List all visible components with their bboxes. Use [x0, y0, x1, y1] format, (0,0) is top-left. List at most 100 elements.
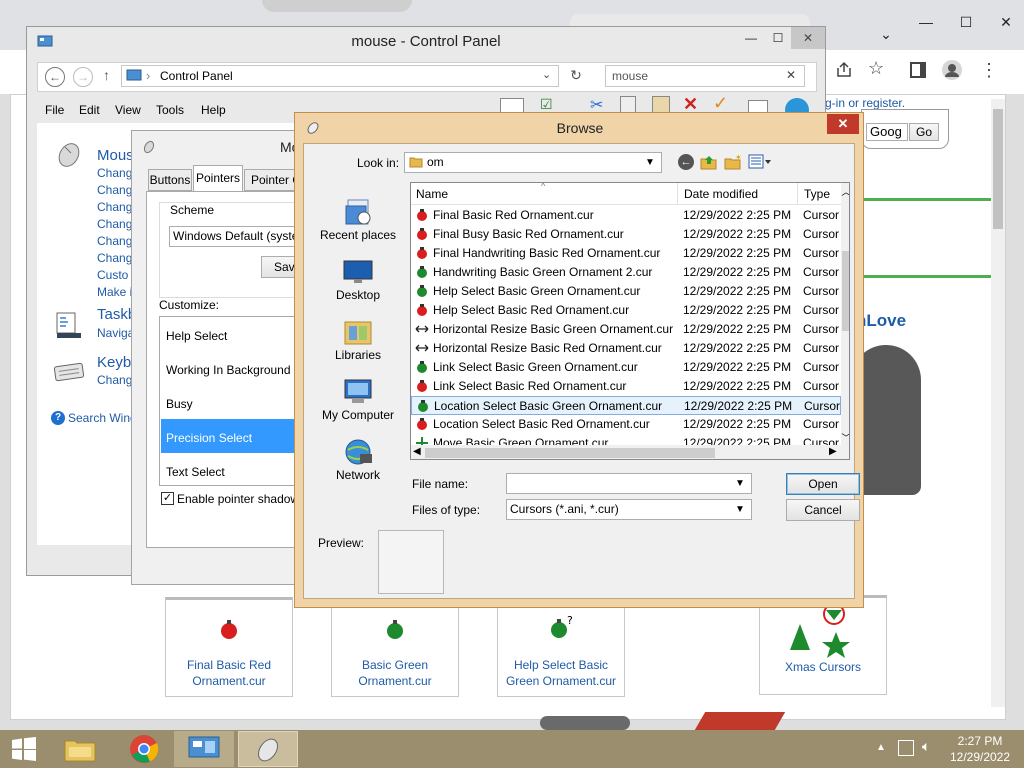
- back-icon[interactable]: ←: [678, 154, 694, 170]
- mouse-link[interactable]: Chang: [97, 217, 132, 231]
- close-icon[interactable]: ✕: [791, 27, 825, 49]
- chevron-down-icon[interactable]: ▼: [735, 474, 745, 493]
- page-scrollbar[interactable]: [991, 99, 1005, 707]
- close-icon[interactable]: ✕: [986, 8, 1024, 36]
- file-row[interactable]: Location Select Basic Green Ornament.cur…: [411, 396, 841, 415]
- file-list[interactable]: Name ^ Date modified Type Final Basic Re…: [410, 182, 850, 460]
- taskbar-link[interactable]: Naviga: [97, 326, 134, 340]
- file-row[interactable]: Help Select Basic Green Ornament.cur 12/2…: [411, 282, 841, 301]
- close-icon[interactable]: ✕: [827, 114, 859, 134]
- file-row[interactable]: Handwriting Basic Green Ornament 2.cur 12…: [411, 263, 841, 282]
- scrollbar-thumb[interactable]: [425, 448, 715, 458]
- search-windows-help-link[interactable]: Search Wind: [68, 411, 137, 425]
- signin-link[interactable]: g-in or: [825, 96, 862, 110]
- tab-pointers[interactable]: Pointers: [193, 165, 243, 191]
- places-network[interactable]: Network: [308, 436, 408, 482]
- cursor-card[interactable]: Xmas Cursors: [759, 595, 887, 695]
- chevron-down-icon[interactable]: ▼: [645, 153, 655, 172]
- file-row[interactable]: Link Select Basic Green Ornament.cur 12/2…: [411, 358, 841, 377]
- back-icon[interactable]: ←: [45, 67, 65, 87]
- chevron-down-icon[interactable]: ⌄: [542, 68, 551, 81]
- chevron-down-icon[interactable]: ⌄: [866, 20, 906, 48]
- mouse-link[interactable]: Custo: [97, 268, 128, 282]
- forward-icon[interactable]: →: [73, 67, 93, 87]
- file-row[interactable]: Final Busy Basic Red Ornament.cur 12/29/2…: [411, 225, 841, 244]
- places-my-computer[interactable]: My Computer: [308, 376, 408, 422]
- tab-buttons[interactable]: Buttons: [148, 169, 192, 191]
- bookmark-star-icon[interactable]: ☆: [868, 58, 884, 79]
- places-desktop[interactable]: Desktop: [308, 256, 408, 302]
- clear-search-icon[interactable]: ✕: [786, 68, 796, 82]
- horizontal-scrollbar[interactable]: ◀ ▶: [411, 445, 849, 459]
- go-button[interactable]: Go: [909, 123, 939, 141]
- card-label[interactable]: Xmas Cursors: [760, 660, 886, 674]
- network-status-icon[interactable]: [898, 740, 914, 756]
- files-of-type-select[interactable]: Cursors (*.ani, *.cur) ▼: [506, 499, 752, 520]
- shadow-checkbox[interactable]: ✓: [161, 492, 174, 505]
- pointer-list[interactable]: Help Select Working In Background Busy P…: [159, 316, 304, 486]
- chevron-down-icon[interactable]: ▼: [735, 500, 745, 519]
- list-item[interactable]: Help Select: [166, 329, 227, 343]
- scrollbar-thumb[interactable]: [842, 251, 849, 331]
- keyboard-link[interactable]: Chang: [97, 373, 132, 387]
- cursor-card[interactable]: ? Help Select Basic Green Ornament.cur: [497, 597, 625, 697]
- mouse-link[interactable]: Chang: [97, 200, 132, 214]
- card-label[interactable]: Ornament.cur: [166, 674, 292, 688]
- cursor-card[interactable]: Basic Green Ornament.cur: [331, 597, 459, 697]
- scroll-down-icon[interactable]: ﹀: [841, 431, 849, 444]
- side-panel-icon[interactable]: [910, 62, 926, 78]
- file-row[interactable]: Horizontal Resize Basic Red Ornament.cur…: [411, 339, 841, 358]
- clock-time[interactable]: 2:27 PM: [944, 734, 1016, 748]
- file-row[interactable]: Final Basic Red Ornament.cur 12/29/2022 2…: [411, 206, 841, 225]
- mouse-heading[interactable]: Mous: [97, 147, 134, 164]
- places-libraries[interactable]: Libraries: [308, 316, 408, 362]
- share-icon[interactable]: [834, 60, 858, 84]
- mouse-link[interactable]: Chang: [97, 234, 132, 248]
- file-row[interactable]: Location Select Basic Red Ornament.cur 12…: [411, 415, 841, 434]
- list-item[interactable]: Busy: [166, 397, 193, 411]
- vertical-scrollbar[interactable]: ︿ ﹀: [841, 183, 849, 445]
- column-date[interactable]: Date modified: [684, 187, 758, 201]
- card-label[interactable]: Green Ornament.cur: [498, 674, 624, 688]
- refresh-icon[interactable]: ↻: [565, 67, 587, 87]
- mouse-link[interactable]: Make i: [97, 285, 132, 299]
- minimize-icon[interactable]: —: [737, 27, 765, 49]
- mouse-link[interactable]: Chang: [97, 166, 132, 180]
- breadcrumb[interactable]: Control Panel: [160, 69, 233, 83]
- start-button[interactable]: [0, 731, 48, 767]
- file-explorer-taskbar-button[interactable]: [50, 731, 110, 767]
- clock-date[interactable]: 12/29/2022: [944, 750, 1016, 764]
- chrome-taskbar-button[interactable]: [114, 731, 174, 767]
- column-type[interactable]: Type: [804, 187, 830, 201]
- kebab-menu-icon[interactable]: ⋮: [980, 60, 998, 81]
- cursor-card[interactable]: Final Basic Red Ornament.cur: [165, 597, 293, 697]
- menu-view[interactable]: View: [115, 103, 141, 117]
- scrollbar-thumb[interactable]: [993, 109, 1003, 229]
- up-arrow-icon[interactable]: ↑: [103, 67, 110, 83]
- site-search-input[interactable]: Goog: [866, 123, 908, 141]
- volume-icon[interactable]: 🔈︎: [922, 738, 930, 755]
- show-hidden-icons[interactable]: ▲: [876, 742, 886, 753]
- menu-file[interactable]: File: [45, 103, 64, 117]
- look-in-select[interactable]: om ▼: [404, 152, 662, 173]
- file-row[interactable]: Final Handwriting Basic Red Ornament.cur…: [411, 244, 841, 263]
- column-name[interactable]: Name: [416, 187, 448, 201]
- file-name-input[interactable]: ▼: [506, 473, 752, 494]
- register-link[interactable]: register.: [862, 96, 905, 110]
- selected-list-item[interactable]: Precision Select: [161, 419, 304, 453]
- list-item[interactable]: Working In Background: [166, 363, 291, 377]
- properties-icon[interactable]: ✓: [713, 93, 728, 114]
- mouse-link[interactable]: Chang: [97, 251, 132, 265]
- menu-help[interactable]: Help: [201, 103, 226, 117]
- maximize-icon[interactable]: ☐: [765, 27, 791, 49]
- mouse-properties-taskbar-button[interactable]: [238, 731, 298, 767]
- profile-avatar-icon[interactable]: [942, 60, 962, 80]
- scheme-select[interactable]: Windows Default (system: [169, 226, 299, 247]
- places-recent[interactable]: Recent places: [308, 196, 408, 242]
- maximize-icon[interactable]: ☐: [946, 8, 986, 36]
- card-label[interactable]: Ornament.cur: [332, 674, 458, 688]
- card-label[interactable]: Final Basic Red: [166, 658, 292, 672]
- keyboard-heading[interactable]: Keyb: [97, 354, 131, 371]
- control-panel-taskbar-button[interactable]: [174, 731, 234, 767]
- address-field[interactable]: › Control Panel ⌄: [121, 65, 559, 87]
